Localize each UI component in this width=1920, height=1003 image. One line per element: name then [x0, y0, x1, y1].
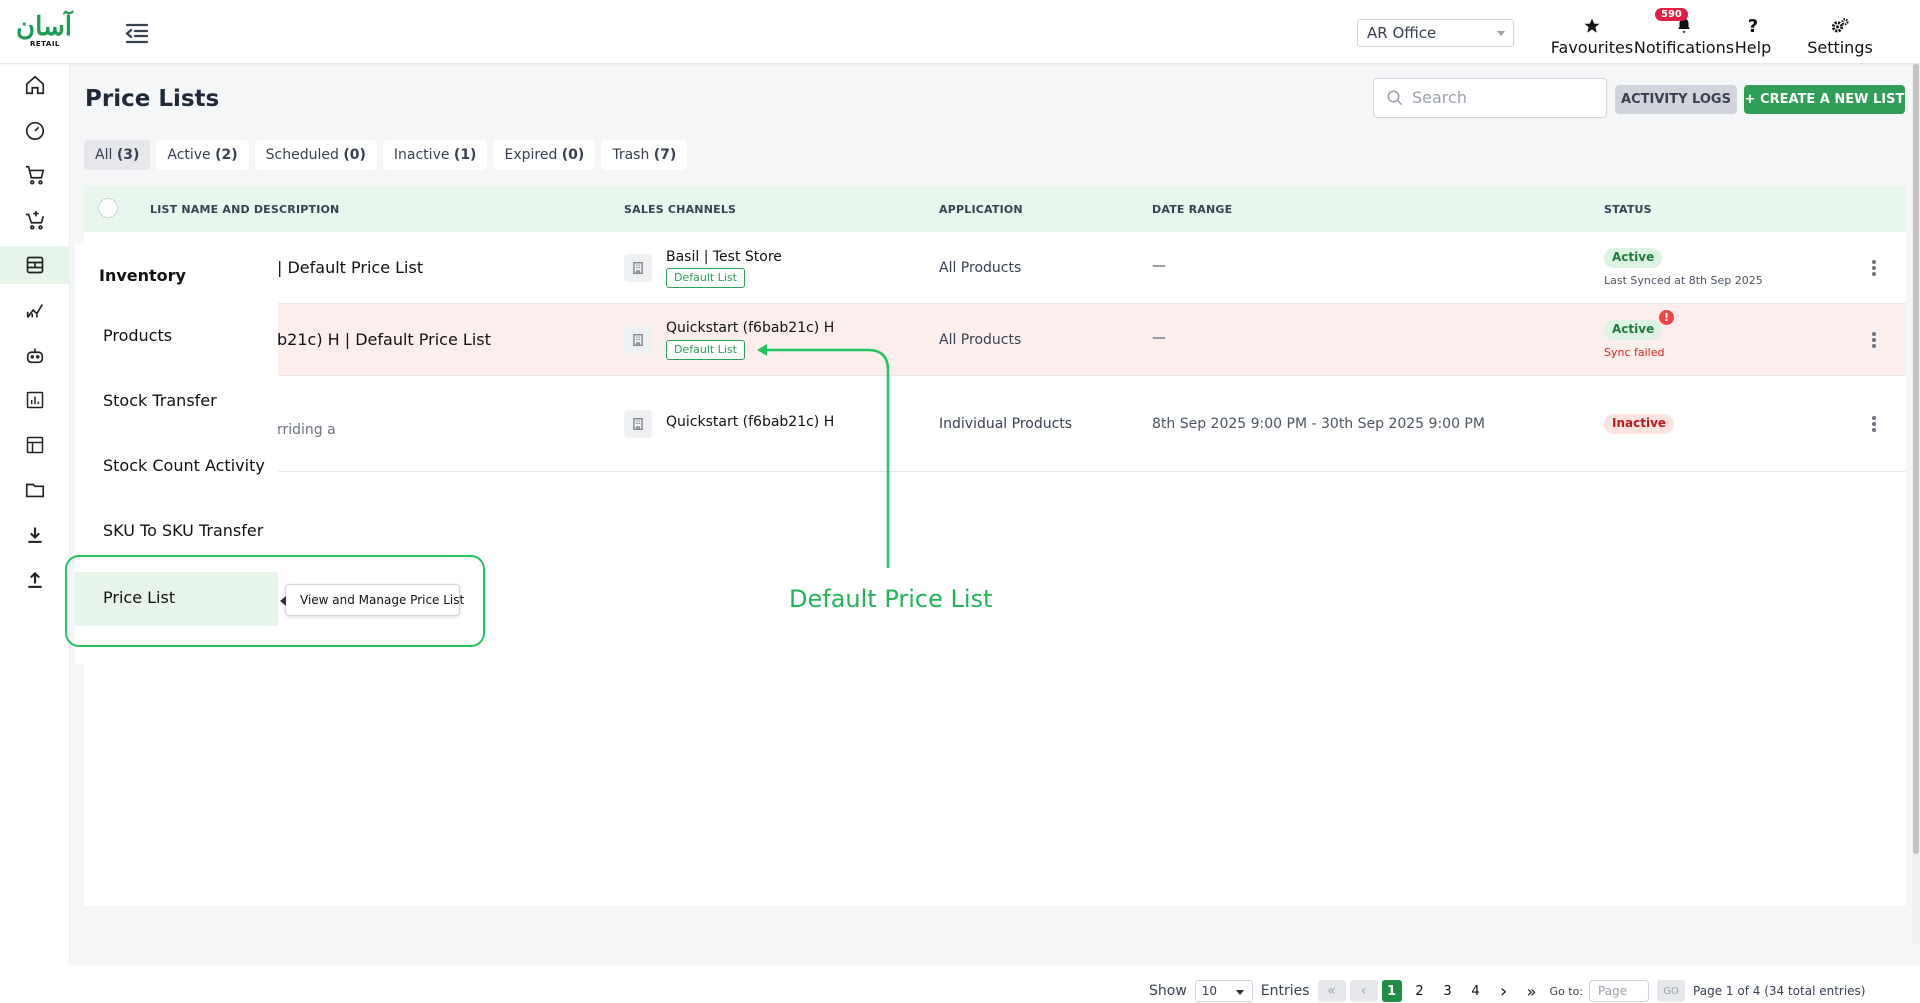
- analytics-icon[interactable]: [0, 291, 70, 329]
- menu-collapse-icon[interactable]: [124, 22, 150, 44]
- page-1[interactable]: 1: [1381, 980, 1402, 1002]
- select-all-checkbox[interactable]: [98, 198, 118, 218]
- search-input[interactable]: Search: [1373, 78, 1607, 118]
- page-scrollbar[interactable]: [1912, 64, 1920, 944]
- price-lists-table: LIST NAME AND DESCRIPTION SALES CHANNELS…: [84, 186, 1906, 906]
- app-logo[interactable]: آسان RETAIL: [12, 12, 73, 50]
- settings-button[interactable]: Settings: [1800, 16, 1880, 57]
- filter-tab-trash[interactable]: Trash (7): [601, 140, 688, 170]
- flyout-heading: Inventory: [99, 266, 186, 285]
- cart-icon[interactable]: [0, 156, 70, 194]
- row-actions-kebab-icon[interactable]: [1872, 414, 1878, 434]
- cart-add-icon[interactable]: [0, 201, 70, 239]
- search-icon: [1386, 89, 1404, 111]
- table-row[interactable]: rriding a Quickstart (f6bab21c) H Indivi…: [84, 376, 1906, 472]
- dashboard-gauge-icon[interactable]: [0, 111, 70, 149]
- table-header: LIST NAME AND DESCRIPTION SALES CHANNELS…: [84, 186, 1906, 232]
- next-page-icon[interactable]: ›: [1494, 980, 1514, 1002]
- row-actions-kebab-icon[interactable]: [1872, 330, 1878, 350]
- menu-item-stock-count-activity[interactable]: Stock Count Activity: [75, 440, 278, 494]
- create-new-list-button[interactable]: + CREATE A NEW LIST: [1744, 85, 1905, 114]
- last-page-icon[interactable]: »: [1522, 980, 1542, 1002]
- question-icon: ?: [1747, 15, 1759, 37]
- notification-count-badge: 590: [1655, 8, 1688, 21]
- annotation-arrow: [757, 344, 890, 568]
- filter-tab-scheduled[interactable]: Scheduled (0): [254, 140, 377, 170]
- store-icon: [624, 410, 652, 438]
- pagination: Show 10 Entries « ‹ 1 2 3 4 › » Go to: P…: [1149, 980, 1866, 1002]
- goto-page-input[interactable]: Page: [1589, 980, 1650, 1002]
- page-2[interactable]: 2: [1410, 980, 1430, 1002]
- store-icon: [624, 326, 652, 354]
- table-row[interactable]: b21c) H | Default Price List Quickstart …: [84, 304, 1906, 376]
- menu-item-stock-transfer[interactable]: Stock Transfer: [75, 375, 278, 429]
- layout-icon[interactable]: [0, 426, 70, 464]
- table-row[interactable]: | Default Price List Basil | Test Store …: [84, 232, 1906, 304]
- filter-tab-active[interactable]: Active (2): [156, 140, 249, 170]
- page-title: Price Lists: [85, 86, 220, 112]
- home-icon[interactable]: [0, 66, 70, 104]
- error-alert-icon: !: [1659, 310, 1674, 325]
- first-page-icon[interactable]: «: [1317, 980, 1346, 1002]
- folder-icon[interactable]: [0, 471, 70, 509]
- page-size-select[interactable]: 10: [1194, 980, 1253, 1002]
- status-filter-tabs: All (3) Active (2) Scheduled (0) Inactiv…: [84, 140, 688, 170]
- default-list-tag: Default List: [666, 268, 745, 288]
- help-button[interactable]: ? Help: [1728, 15, 1778, 58]
- filter-tab-expired[interactable]: Expired (0): [493, 140, 596, 170]
- reports-icon[interactable]: [0, 381, 70, 419]
- filter-tab-inactive[interactable]: Inactive (1): [382, 140, 488, 170]
- menu-item-products[interactable]: Products: [75, 310, 278, 364]
- upload-icon[interactable]: [0, 561, 70, 599]
- store-icon: [624, 254, 652, 282]
- top-bar: آسان RETAIL AR Office Favourites 590 Not…: [0, 0, 1920, 64]
- prev-page-icon[interactable]: ‹: [1349, 980, 1378, 1002]
- robot-icon[interactable]: [0, 336, 70, 374]
- activity-logs-button[interactable]: ACTIVITY LOGS: [1615, 85, 1737, 114]
- status-badge: Inactive: [1604, 414, 1675, 434]
- page-3[interactable]: 3: [1438, 980, 1458, 1002]
- gears-icon: [1800, 16, 1880, 36]
- filter-tab-all[interactable]: All (3): [84, 140, 151, 170]
- main-content: Price Lists Search ACTIVITY LOGS + CREAT…: [70, 64, 1920, 1002]
- chevron-down-icon: [1497, 31, 1505, 36]
- highlight-box: [65, 555, 485, 647]
- status-badge: Active: [1604, 248, 1663, 268]
- default-list-tag: Default List: [666, 340, 745, 360]
- menu-item-sku-to-sku-transfer[interactable]: SKU To SKU Transfer: [75, 505, 278, 559]
- download-icon[interactable]: [0, 516, 70, 554]
- inventory-icon[interactable]: [0, 246, 70, 284]
- annotation-label: Default Price List: [789, 585, 993, 613]
- page-4[interactable]: 4: [1466, 980, 1486, 1002]
- row-actions-kebab-icon[interactable]: [1872, 258, 1878, 278]
- go-button[interactable]: GO: [1657, 980, 1686, 1002]
- status-badge: Active: [1604, 320, 1663, 340]
- office-select[interactable]: AR Office: [1357, 19, 1514, 47]
- sidebar: [0, 64, 70, 965]
